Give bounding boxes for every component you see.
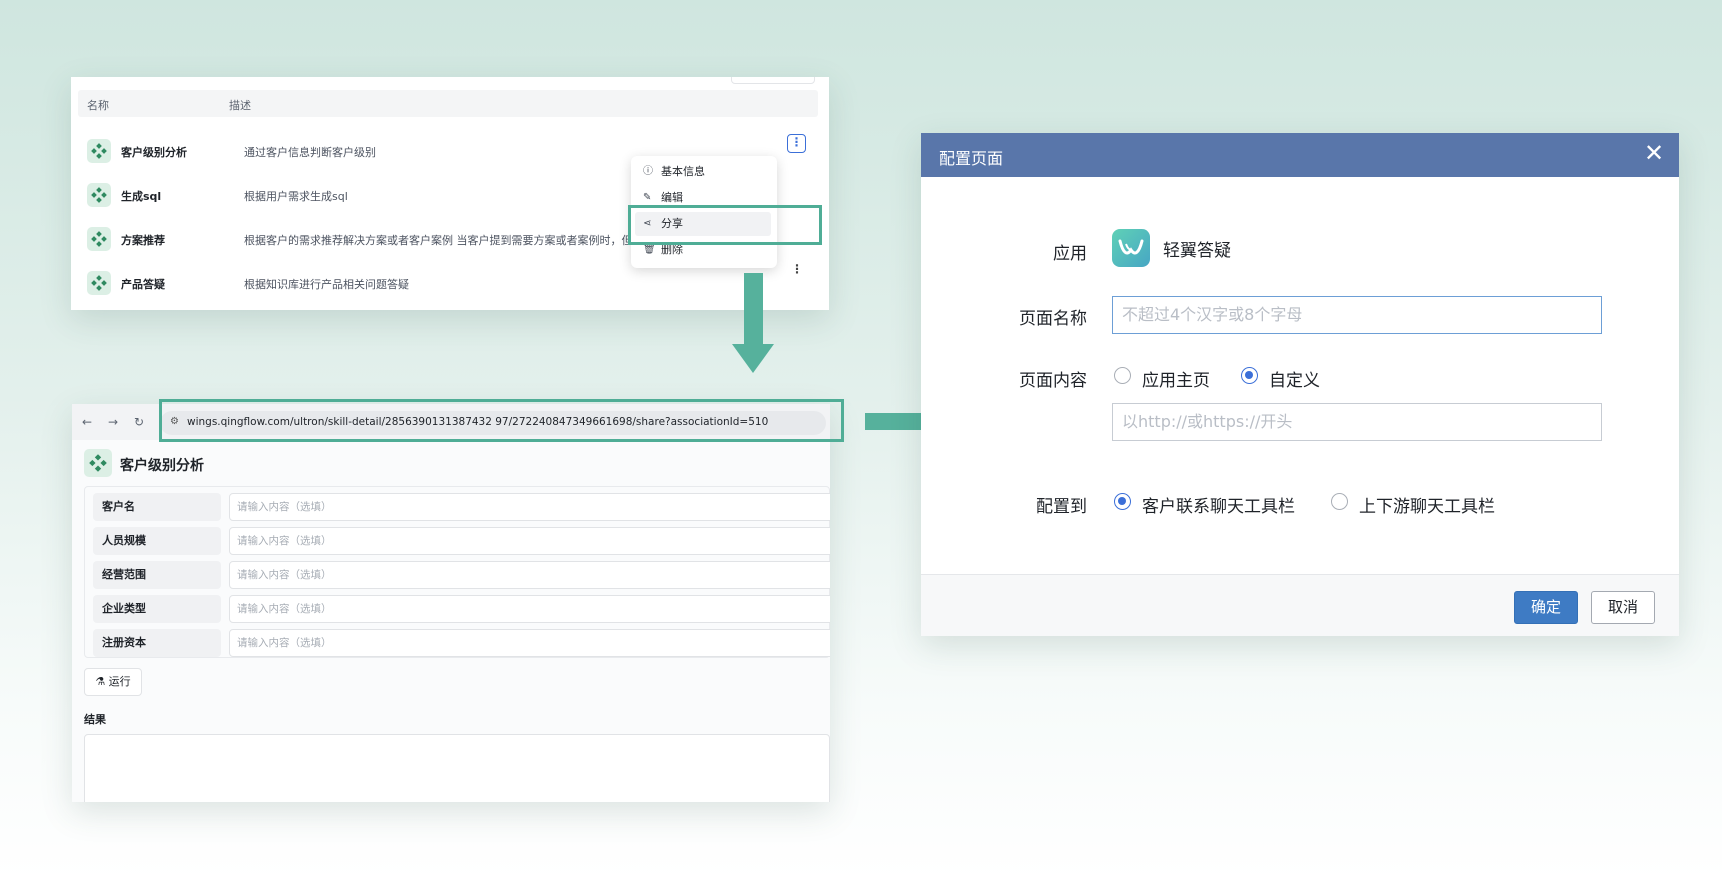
radio-custom[interactable] <box>1241 367 1258 384</box>
skill-description: 通过客户信息判断客户级别 <box>244 146 376 159</box>
skill-icon <box>87 227 111 251</box>
field-label: 经营范围 <box>93 561 221 589</box>
menu-item-basic-info[interactable]: ⓘ 基本信息 <box>635 160 771 184</box>
field-label: 注册资本 <box>93 629 221 657</box>
company-type-input[interactable]: 请输入内容（选填） <box>229 595 830 623</box>
table-header: 名称 描述 <box>78 90 818 117</box>
browser-panel: ← → ↻ ⚙ wings.qingflow.com/ultron/skill-… <box>72 404 830 802</box>
column-header-name: 名称 <box>87 99 109 112</box>
skill-description: 根据用户需求生成sql <box>244 190 348 203</box>
app-name: 轻翼答疑 <box>1163 241 1231 261</box>
page-content-label: 页面内容 <box>1019 371 1087 391</box>
reload-icon[interactable]: ↻ <box>134 415 144 429</box>
skill-icon <box>87 183 111 207</box>
more-options-button[interactable]: ⋮ <box>789 261 805 277</box>
radio-customer-chat-toolbar[interactable] <box>1114 493 1131 510</box>
forward-icon[interactable]: → <box>108 415 118 429</box>
down-arrow-shaft <box>744 273 763 345</box>
page-title-text: 客户级别分析 <box>120 458 204 474</box>
skill-description: 根据客户的需求推荐解决方案或者客户案例 当客户提到需要方案或者案例时，但 <box>244 234 633 247</box>
form-row: 企业类型 请输入内容（选填） <box>93 595 830 623</box>
customer-name-input[interactable]: 请输入内容（选填） <box>229 493 830 521</box>
page-name-input[interactable]: 不超过4个汉字或8个字母 <box>1112 296 1602 334</box>
share-highlight-box <box>628 205 822 245</box>
skill-list-panel: 名称 描述 客户级别分析 通过客户信息判断客户级别 生成sql 根据用户需求生成… <box>71 77 829 310</box>
skill-icon <box>84 449 112 477</box>
app-logo-icon <box>1112 229 1150 267</box>
ok-button[interactable]: 确定 <box>1514 591 1578 624</box>
result-label: 结果 <box>84 713 106 726</box>
skill-name: 产品答疑 <box>121 278 165 291</box>
skill-form: 客户名 请输入内容（选填） 人员规模 请输入内容（选填） 经营范围 请输入内容（选填）… <box>84 486 830 658</box>
top-button[interactable] <box>731 77 815 84</box>
radio-label: 应用主页 <box>1142 371 1210 391</box>
page-name-label: 页面名称 <box>1019 309 1087 329</box>
radio-label: 自定义 <box>1269 371 1320 391</box>
form-row: 经营范围 请输入内容（选填） <box>93 561 830 589</box>
dialog-title: 配置页面 <box>939 149 1004 168</box>
skill-icon <box>87 271 111 295</box>
radio-label: 上下游聊天工具栏 <box>1359 497 1495 517</box>
field-label: 企业类型 <box>93 595 221 623</box>
close-icon[interactable]: ✕ <box>1644 139 1664 167</box>
skill-name: 方案推荐 <box>121 234 165 247</box>
registered-capital-input[interactable]: 请输入内容（选填） <box>229 629 830 657</box>
menu-item-label: 基本信息 <box>661 165 705 178</box>
radio-upstream-chat-toolbar[interactable] <box>1331 493 1348 510</box>
table-row[interactable] <box>78 305 818 310</box>
form-row: 注册资本 请输入内容（选填） <box>93 629 830 657</box>
run-button[interactable]: ⚗ 运行 <box>84 668 142 696</box>
more-options-button[interactable]: ⋮ <box>787 134 806 153</box>
info-icon: ⓘ <box>643 166 653 177</box>
skill-description: 根据知识库进行产品相关问题答疑 <box>244 278 409 291</box>
form-row: 人员规模 请输入内容（选填） <box>93 527 830 555</box>
url-input[interactable]: 以http://或https://开头 <box>1112 403 1602 441</box>
result-box <box>84 734 830 802</box>
field-label: 人员规模 <box>93 527 221 555</box>
form-row: 客户名 请输入内容（选填） <box>93 493 830 521</box>
radio-label: 客户联系聊天工具栏 <box>1142 497 1295 517</box>
menu-item-label: 编辑 <box>661 191 683 204</box>
app-label: 应用 <box>1053 244 1087 264</box>
cancel-button[interactable]: 取消 <box>1591 591 1655 624</box>
skill-name: 客户级别分析 <box>121 146 187 159</box>
dialog-footer: 确定 取消 <box>921 574 1679 636</box>
staff-size-input[interactable]: 请输入内容（选填） <box>229 527 830 555</box>
configure-to-label: 配置到 <box>1036 497 1087 517</box>
skill-name: 生成sql <box>121 190 162 203</box>
business-scope-input[interactable]: 请输入内容（选填） <box>229 561 830 589</box>
config-page-dialog: 配置页面 ✕ 应用 轻翼答疑 页面名称 不超过4个汉字或8个字母 页面内容 应用… <box>921 133 1679 636</box>
column-header-description: 描述 <box>229 99 251 112</box>
skill-icon <box>87 139 111 163</box>
page-content: 客户级别分析 客户名 请输入内容（选填） 人员规模 请输入内容（选填） 经营范围 请输… <box>72 440 830 802</box>
radio-app-homepage[interactable] <box>1114 367 1131 384</box>
back-icon[interactable]: ← <box>82 415 92 429</box>
field-label: 客户名 <box>93 493 221 521</box>
dialog-header: 配置页面 ✕ <box>921 133 1679 177</box>
down-arrow-icon <box>732 344 774 373</box>
url-highlight-box <box>159 399 844 442</box>
